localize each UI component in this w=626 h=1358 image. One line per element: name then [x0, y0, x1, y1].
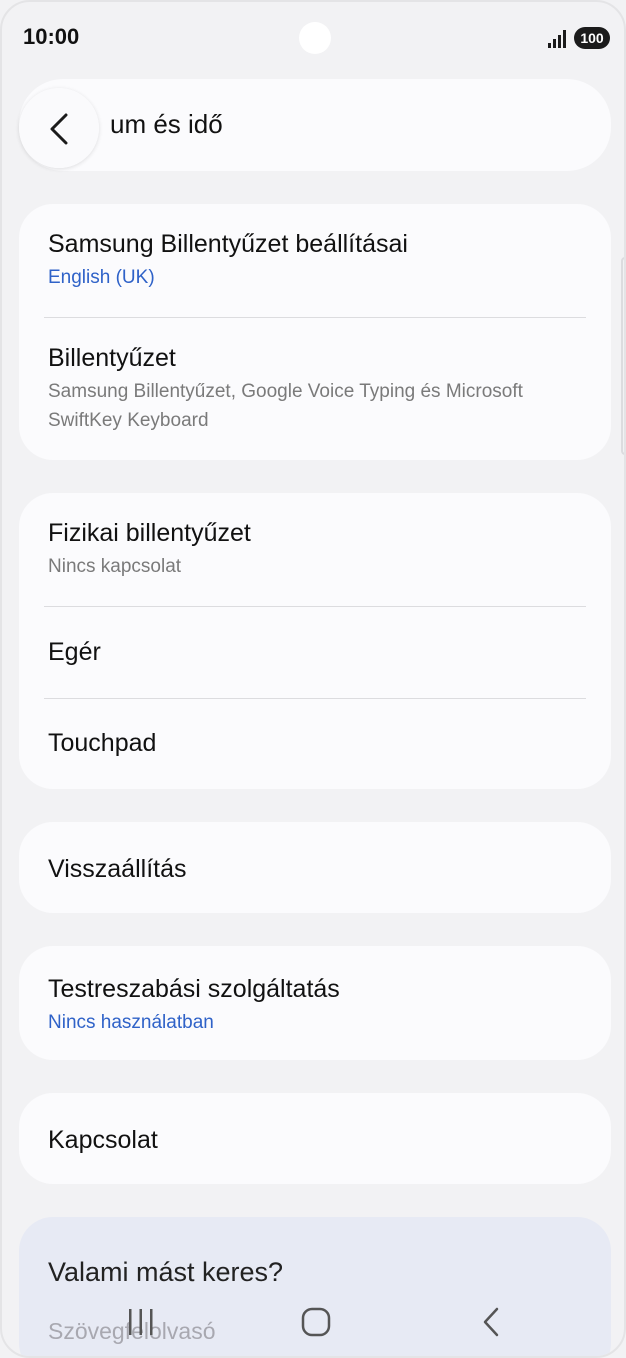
settings-item-title: Samsung Billentyűzet beállításai: [48, 230, 408, 258]
navigation-bar: [2, 1292, 624, 1356]
settings-item-title: Fizikai billentyűzet: [48, 519, 251, 547]
settings-group-reset: Visszaállítás: [19, 822, 611, 913]
home-icon[interactable]: [300, 1306, 332, 1338]
settings-item-samsung-keyboard[interactable]: Samsung Billentyűzet beállításai English…: [48, 230, 587, 292]
scrollbar[interactable]: [621, 257, 624, 455]
status-bar: 10:00 100: [2, 2, 624, 72]
back-icon[interactable]: [480, 1306, 502, 1338]
signal-icon: [548, 30, 566, 48]
settings-item-subtitle: Samsung Billentyűzet, Google Voice Typin…: [48, 381, 523, 431]
settings-item-title: Billentyűzet: [48, 344, 176, 372]
recent-apps-icon[interactable]: [126, 1307, 156, 1337]
settings-item-subtitle: English (UK): [48, 267, 155, 288]
settings-group-contact: Kapcsolat: [19, 1093, 611, 1184]
settings-item-touchpad[interactable]: Touchpad: [48, 729, 587, 758]
header-bar: [19, 79, 611, 171]
divider: [44, 698, 586, 699]
settings-item-contact[interactable]: Kapcsolat: [48, 1126, 587, 1155]
divider: [44, 606, 586, 607]
settings-item-customization-service[interactable]: Testreszabási szolgáltatás Nincs használ…: [48, 975, 587, 1037]
settings-item-subtitle: Nincs használatban: [48, 1012, 214, 1033]
settings-group-customization: Testreszabási szolgáltatás Nincs használ…: [19, 946, 611, 1060]
settings-item-reset[interactable]: Visszaállítás: [48, 855, 587, 884]
camera-hole: [299, 22, 331, 54]
battery-icon: 100: [574, 27, 610, 49]
settings-item-title: Visszaállítás: [48, 855, 187, 883]
page-title: um és idő: [110, 109, 223, 139]
settings-item-title: Touchpad: [48, 729, 157, 757]
settings-item-title: Testreszabási szolgáltatás: [48, 975, 340, 1003]
back-button[interactable]: [19, 88, 99, 168]
settings-screen: 10:00 100 um és idő Samsung Billentyűzet…: [0, 0, 626, 1358]
chevron-left-icon: [50, 113, 68, 145]
status-time: 10:00: [23, 24, 80, 49]
settings-group-input-devices: Fizikai billentyűzet Nincs kapcsolat Egé…: [19, 493, 611, 789]
settings-item-subtitle: Nincs kapcsolat: [48, 556, 182, 577]
suggestions-title: Valami mást keres?: [48, 1257, 284, 1287]
settings-item-keyboard[interactable]: Billentyűzet Samsung Billentyűzet, Googl…: [48, 344, 587, 435]
divider: [44, 317, 586, 318]
settings-item-physical-keyboard[interactable]: Fizikai billentyűzet Nincs kapcsolat: [48, 519, 587, 581]
settings-group-keyboard: Samsung Billentyűzet beállításai English…: [19, 204, 611, 460]
settings-item-mouse[interactable]: Egér: [48, 638, 587, 667]
settings-item-title: Egér: [48, 638, 101, 666]
settings-item-title: Kapcsolat: [48, 1126, 158, 1154]
